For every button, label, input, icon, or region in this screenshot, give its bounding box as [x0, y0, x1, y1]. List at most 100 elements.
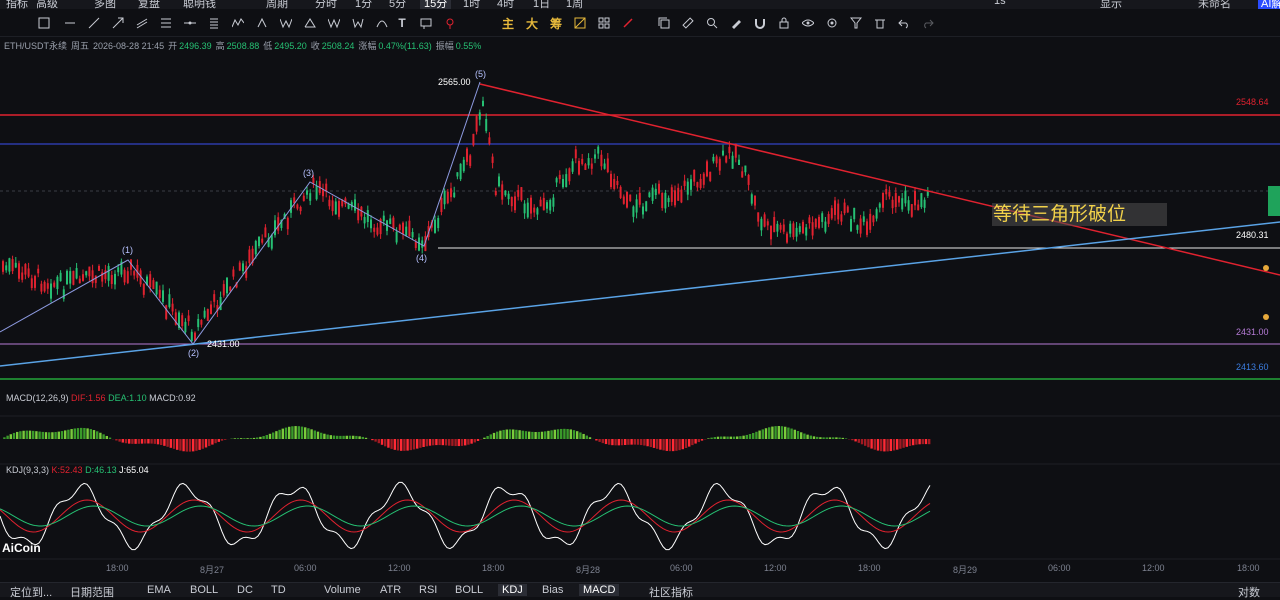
macd-bar — [22, 431, 24, 439]
marker-icon[interactable] — [418, 15, 434, 31]
candle-body — [210, 304, 212, 314]
layout-icon[interactable] — [596, 15, 612, 31]
channel-icon[interactable] — [134, 15, 150, 31]
copy-icon[interactable] — [656, 15, 672, 31]
macd-bar — [746, 435, 748, 439]
curve-icon[interactable] — [374, 15, 390, 31]
period-1m[interactable]: 1分 — [355, 0, 372, 9]
ema-button[interactable]: EMA — [147, 584, 171, 596]
volume-button[interactable]: Volume — [324, 584, 361, 596]
log-scale-button[interactable]: 对数 — [1238, 584, 1260, 600]
display-menu[interactable]: 显示 — [1100, 0, 1122, 9]
trash-icon[interactable] — [872, 15, 888, 31]
replay-menu[interactable]: 复盘 — [138, 0, 160, 9]
indicator-menu[interactable]: 指标 — [6, 0, 28, 9]
atr-button[interactable]: ATR — [380, 584, 401, 596]
candle-body — [568, 168, 570, 181]
arrow-icon[interactable] — [110, 15, 126, 31]
ray-icon[interactable] — [86, 15, 102, 31]
pin-icon[interactable] — [442, 15, 458, 31]
macd-bar — [266, 435, 268, 439]
wave2-icon[interactable] — [254, 15, 270, 31]
goto-button[interactable]: 定位到... — [10, 584, 52, 600]
period-15m[interactable]: 15分 — [420, 0, 451, 9]
smart-money-menu[interactable]: 聪明钱 — [183, 0, 216, 9]
lock-icon[interactable] — [776, 15, 792, 31]
macd-bar — [678, 439, 680, 450]
magnet-icon[interactable] — [752, 15, 768, 31]
advanced-menu[interactable]: 高级 — [36, 0, 58, 9]
main-button[interactable]: 主 — [500, 15, 516, 31]
period-4h[interactable]: 4时 — [497, 0, 514, 9]
chips-button[interactable]: 筹 — [548, 15, 564, 31]
candle-body — [498, 176, 500, 186]
candle-body — [264, 227, 266, 237]
community-indicators-button[interactable]: 社区指标 — [649, 584, 693, 600]
kdj-button[interactable]: KDJ — [498, 584, 527, 596]
big-button[interactable]: 大 — [524, 15, 540, 31]
candle-body — [69, 271, 71, 283]
macd-bar — [426, 439, 428, 446]
td-button[interactable]: TD — [271, 584, 286, 596]
candle-body — [88, 267, 90, 277]
wave-w-icon[interactable] — [326, 15, 342, 31]
ruler-icon[interactable] — [680, 15, 696, 31]
descending-trendline[interactable] — [480, 84, 1280, 275]
period-5m[interactable]: 5分 — [389, 0, 406, 9]
candle-body — [5, 265, 7, 270]
candle-body — [524, 204, 526, 214]
period-1h[interactable]: 1时 — [463, 0, 480, 9]
wave-icon[interactable] — [230, 15, 246, 31]
horizontal-icon[interactable] — [182, 15, 198, 31]
vertical-icon[interactable] — [206, 15, 222, 31]
macd-button[interactable]: MACD — [579, 584, 619, 596]
redo-icon[interactable] — [920, 15, 936, 31]
eye-icon[interactable] — [800, 15, 816, 31]
x-tick: 06:00 — [1048, 563, 1071, 573]
fan-icon[interactable] — [572, 15, 588, 31]
period-1w[interactable]: 1周 — [566, 0, 583, 9]
triangle-icon[interactable] — [302, 15, 318, 31]
pencil-icon[interactable] — [620, 15, 636, 31]
line-icon[interactable] — [62, 15, 78, 31]
link-icon[interactable] — [824, 15, 840, 31]
layout-name[interactable]: 未命名 — [1198, 0, 1231, 9]
date-range-button[interactable]: 日期范围 — [70, 584, 114, 600]
multi-chart-menu[interactable]: 多图 — [94, 0, 116, 9]
elliott-wave-line[interactable] — [0, 82, 480, 344]
text-icon[interactable]: T — [394, 15, 410, 31]
brush-icon[interactable] — [728, 15, 744, 31]
undo-icon[interactable] — [896, 15, 912, 31]
macd-bar — [666, 439, 668, 451]
candle-body — [444, 191, 446, 204]
macd-bar — [886, 439, 888, 451]
candle-body — [684, 181, 686, 186]
period-menu[interactable]: 周期 — [266, 0, 288, 9]
filter-icon[interactable] — [848, 15, 864, 31]
period-1s[interactable]: 1s — [994, 0, 1006, 7]
rect-icon[interactable] — [36, 15, 52, 31]
candle-body — [95, 276, 97, 283]
period-1d[interactable]: 1日 — [533, 0, 550, 9]
candle-body — [271, 235, 273, 249]
macd-bar — [419, 439, 421, 448]
macd-bar — [669, 439, 671, 451]
fib-icon[interactable] — [158, 15, 174, 31]
macd-bar — [272, 433, 274, 439]
macd-bar — [42, 432, 44, 439]
wave-u-icon[interactable] — [350, 15, 366, 31]
zoom-icon[interactable] — [704, 15, 720, 31]
candle-body — [687, 182, 689, 195]
ai-button[interactable]: AI解读 — [1258, 0, 1280, 9]
macd-bar — [646, 439, 648, 446]
boll-sub-button[interactable]: BOLL — [455, 584, 483, 596]
dc-button[interactable]: DC — [237, 584, 253, 596]
candle-body — [549, 200, 551, 210]
pattern-icon[interactable] — [278, 15, 294, 31]
boll-button[interactable]: BOLL — [190, 584, 218, 596]
chart-annotation[interactable]: 等待三角形破位 — [992, 203, 1167, 226]
bias-button[interactable]: Bias — [542, 584, 563, 596]
period-timeline[interactable]: 分时 — [315, 0, 337, 9]
rsi-button[interactable]: RSI — [419, 584, 437, 596]
price-chart[interactable] — [0, 36, 1280, 582]
